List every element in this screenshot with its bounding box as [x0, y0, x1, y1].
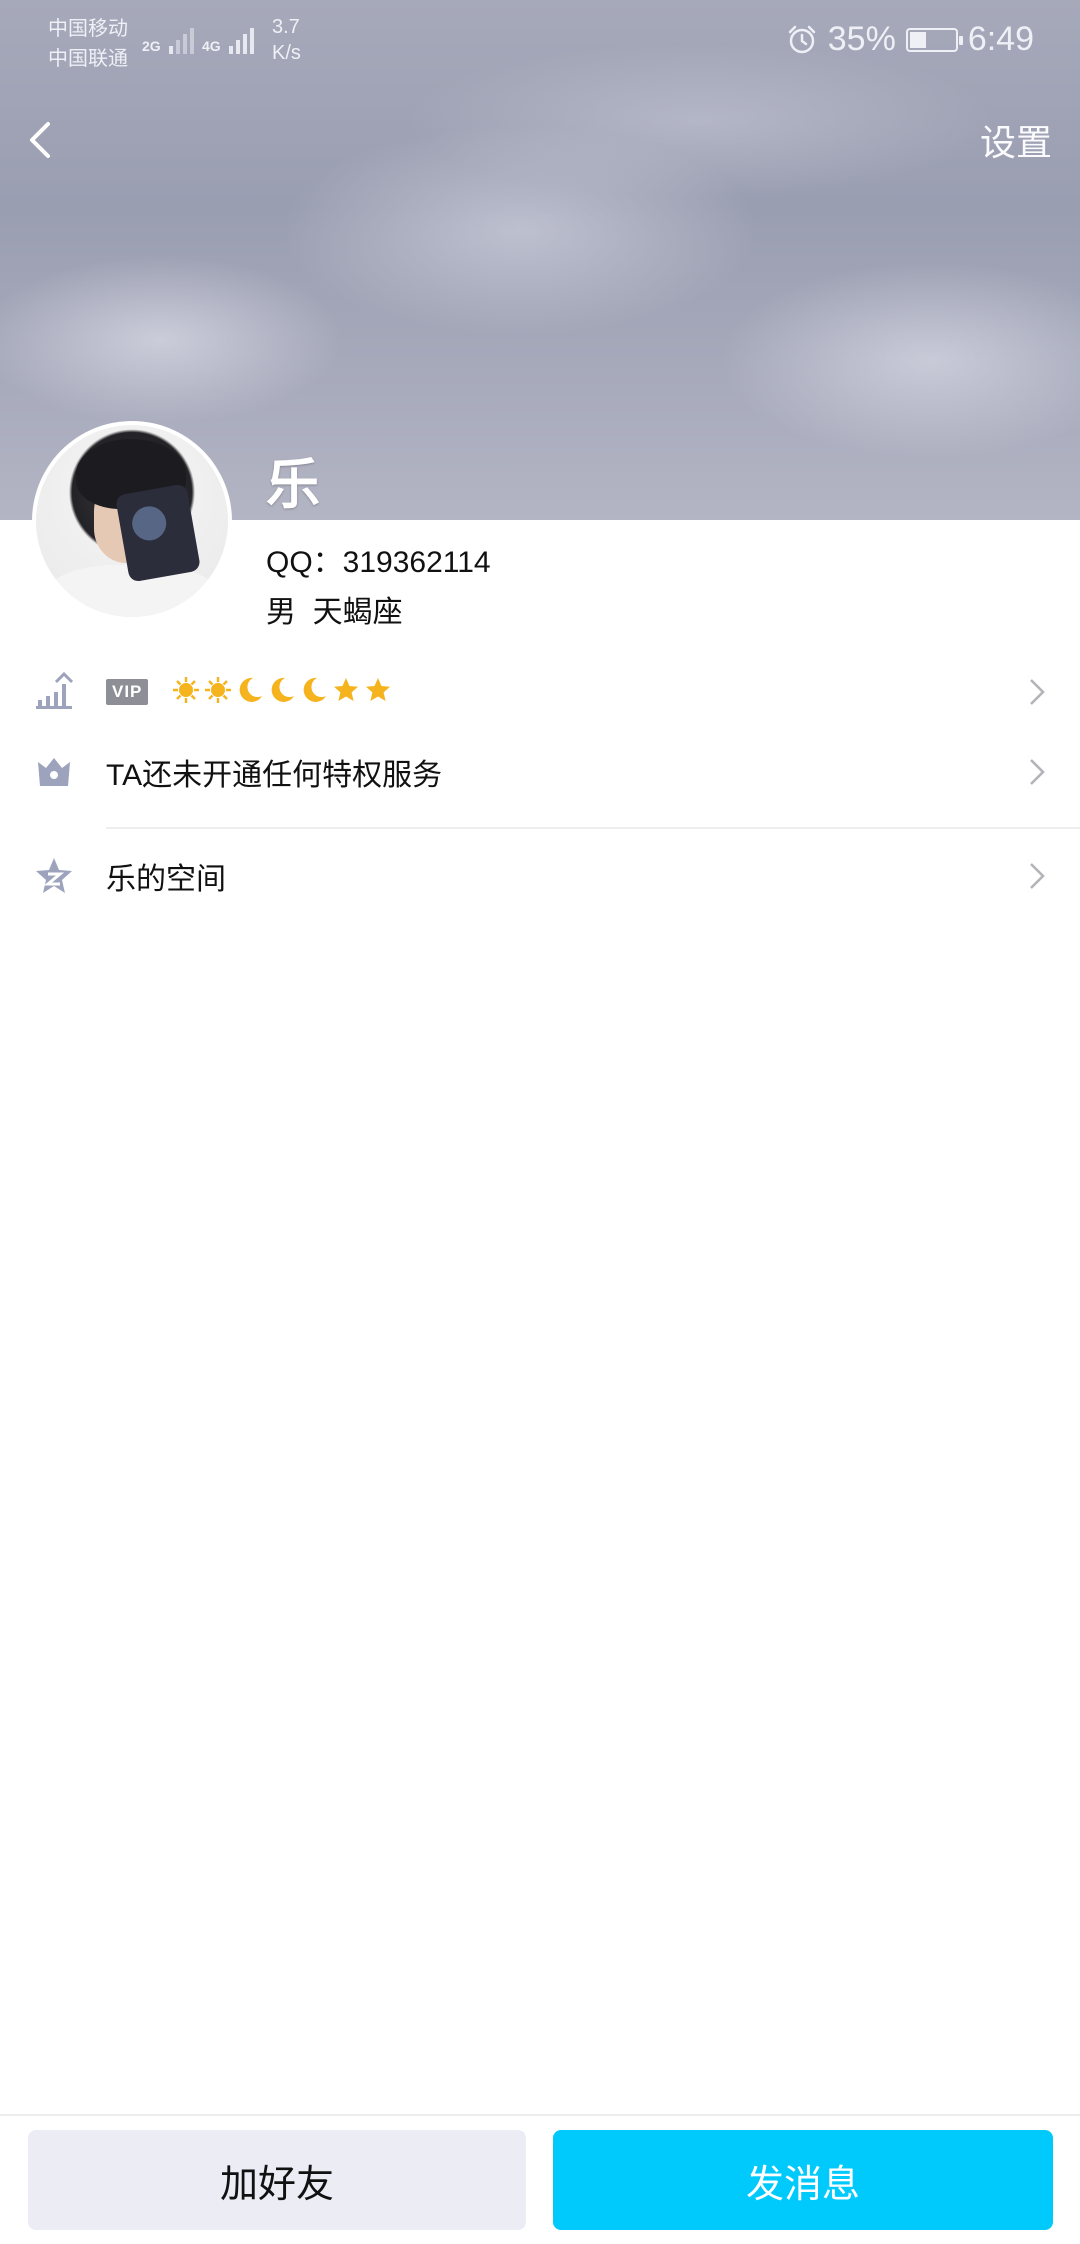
- clock-time: 6:49: [967, 20, 1034, 58]
- avatar[interactable]: [32, 421, 232, 621]
- status-bar: 中国移动 中国联通 2G 4G 3.7 K/s 35% 6:49: [0, 0, 1080, 90]
- chevron-right-icon: [1030, 863, 1045, 889]
- network-type-1: 2G: [142, 38, 161, 54]
- divider: [106, 827, 1080, 829]
- privilege-row[interactable]: TA还未开通任何特权服务: [0, 732, 1080, 812]
- profile-info: 男 天蝎座: [266, 587, 403, 631]
- crown-icon: [38, 758, 70, 786]
- battery-icon: [905, 27, 963, 52]
- status-right: 35% 6:49: [786, 20, 1034, 59]
- battery-percent: 35%: [827, 20, 896, 58]
- chevron-right-icon: [1030, 679, 1045, 705]
- network-type-2: 4G: [202, 38, 221, 54]
- carrier-names: 中国移动 中国联通: [48, 14, 128, 74]
- signal-4g-icon: 4G: [202, 22, 254, 54]
- vip-tag: VIP: [106, 679, 149, 705]
- settings-button[interactable]: 设置: [980, 114, 1052, 166]
- star-icon: [366, 678, 390, 701]
- back-button[interactable]: [18, 112, 64, 168]
- signal-2g-icon: 2G: [142, 22, 194, 54]
- avatar-image: [36, 425, 228, 617]
- level-badges: [172, 674, 392, 706]
- qzone-star-icon: [36, 858, 72, 893]
- send-message-button[interactable]: 发消息: [553, 2130, 1053, 2230]
- qzone-label: 乐的空间: [106, 863, 226, 896]
- add-friend-button[interactable]: 加好友: [28, 2130, 526, 2230]
- moon-icon: [239, 677, 262, 702]
- constellation: 天蝎座: [312, 596, 403, 629]
- moon-icon: [271, 677, 294, 702]
- level-row[interactable]: VIP: [0, 652, 1080, 732]
- sun-icon: [173, 677, 199, 703]
- carrier-2: 中国联通: [48, 48, 128, 70]
- moon-icon: [303, 677, 326, 702]
- qzone-row[interactable]: 乐的空间: [0, 836, 1080, 916]
- carrier-1: 中国移动: [48, 18, 128, 40]
- sun-icon: [205, 677, 231, 703]
- gender: 男: [266, 596, 296, 629]
- profile-name: 乐: [266, 455, 320, 515]
- chevron-left-icon: [30, 122, 50, 158]
- bottom-bar-divider: [0, 2114, 1080, 2116]
- alarm-icon: [788, 25, 815, 53]
- level-up-icon: [36, 672, 74, 709]
- chevron-right-icon: [1030, 759, 1045, 785]
- privilege-label: TA还未开通任何特权服务: [106, 759, 443, 792]
- network-speed: 3.7 K/s: [272, 16, 301, 64]
- qq-number[interactable]: QQ：319362114: [266, 537, 491, 581]
- star-icon: [334, 678, 358, 701]
